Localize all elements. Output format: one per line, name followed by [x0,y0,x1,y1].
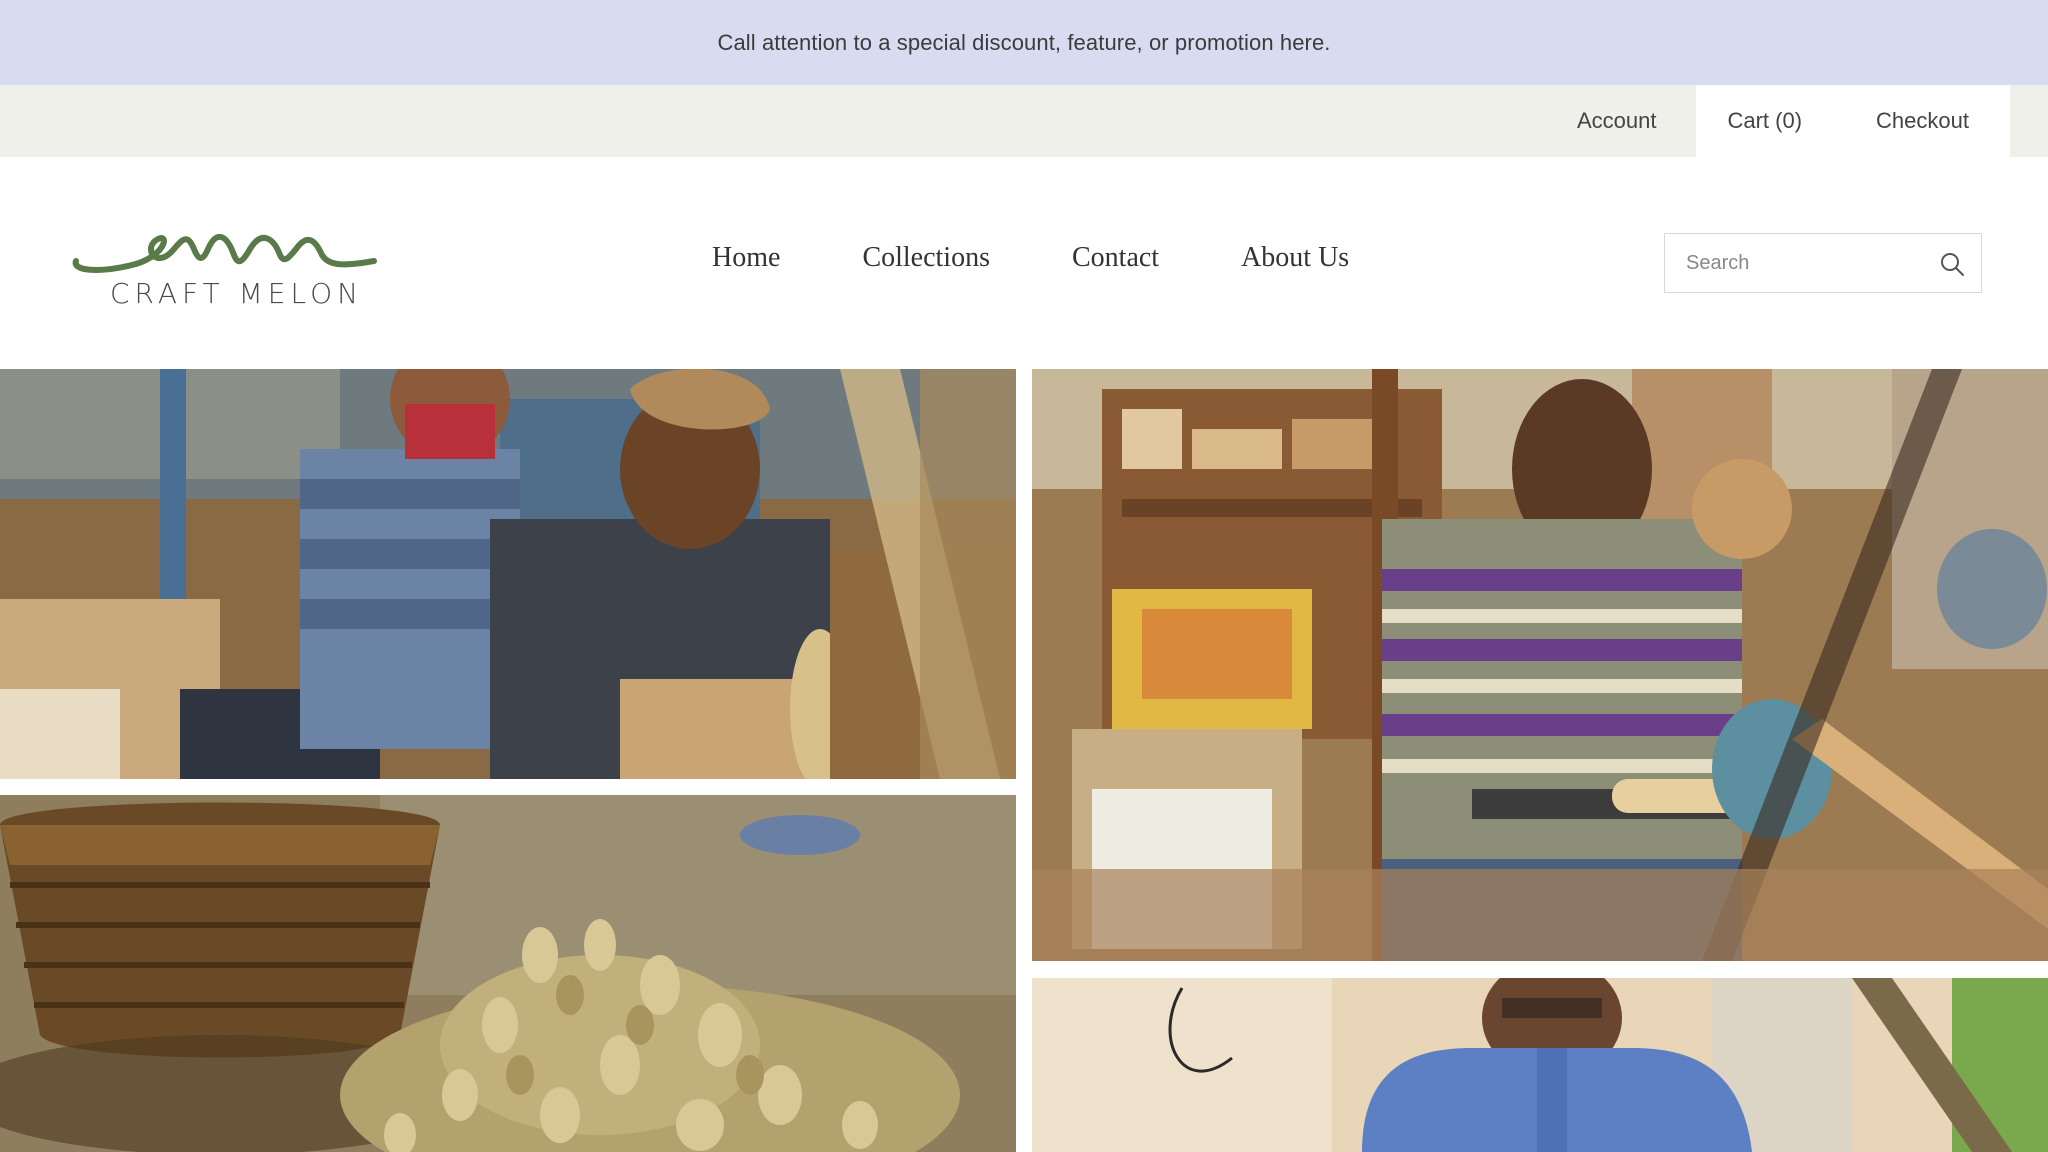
nav-about-us[interactable]: About Us [1241,242,1349,274]
chess-pieces-image [0,795,1016,1152]
photo-gallery [0,369,2048,1152]
announcement-text: Call attention to a special discount, fe… [717,29,1331,55]
gallery-photo-craftsmen-sanding[interactable] [0,369,1016,779]
utility-links: Account Cart (0) Checkout [1537,85,2010,157]
search-input[interactable] [1684,250,1928,276]
utility-bar: Account Cart (0) Checkout [0,85,2048,157]
gallery-photo-chess-pieces[interactable] [0,795,1016,1152]
craftsmen-sanding-image [0,369,1016,779]
search-box [1664,233,1982,293]
site-header: CRAFT MELON Home Collections Contact Abo… [0,157,2048,369]
cart-link[interactable]: Cart (0) [1696,85,1834,157]
checkout-link[interactable]: Checkout [1833,85,2010,157]
gallery-photo-lathe-craftsman[interactable] [1032,369,2048,961]
lathe-craftsman-image [1032,369,2048,961]
craftsman-blue-shirt-image [1032,978,2048,1152]
announcement-bar: Call attention to a special discount, fe… [0,0,2048,85]
gallery-photo-craftsman-blue-shirt[interactable] [1032,978,2048,1152]
nav-home[interactable]: Home [712,242,780,274]
account-link[interactable]: Account [1537,85,1697,157]
nav-contact[interactable]: Contact [1072,242,1159,274]
nav-collections[interactable]: Collections [862,242,990,274]
search-icon[interactable] [1939,251,1965,277]
main-nav: Home Collections Contact About Us [712,242,1349,274]
craft-melon-logo[interactable]: CRAFT MELON [70,219,380,319]
logo-wordmark: CRAFT MELON [110,277,364,310]
